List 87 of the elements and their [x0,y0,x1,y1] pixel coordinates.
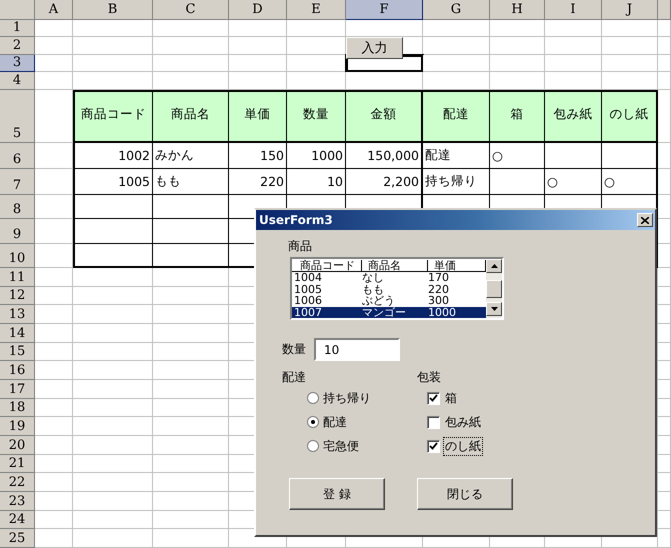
column-heading: 商品コード [73,90,153,143]
column-header[interactable]: C [153,0,229,20]
row-header[interactable]: 25 [0,529,35,548]
column-header[interactable]: H [490,0,545,20]
checkbox-option[interactable]: 包み紙 [427,410,552,434]
column-header[interactable]: D [229,0,287,20]
row-header[interactable]: 17 [0,380,35,399]
column-heading: のし紙 [602,90,658,143]
table-cell: みかん [153,143,229,169]
table-cell: ○ [490,143,545,169]
row-header[interactable]: 10 [0,244,35,268]
row-header[interactable]: 4 [0,72,35,90]
column-header-stub [658,0,671,20]
row-header[interactable]: 5 [0,90,35,143]
row-header[interactable]: 23 [0,492,35,511]
row-header[interactable]: 18 [0,398,35,418]
dialog-button[interactable]: 登 録 [289,478,385,510]
table-cell: 1005 [73,169,153,195]
radio-option[interactable]: 配達 [307,410,417,434]
list-column-header: 商品コード [294,260,362,270]
column-heading: 配達 [423,90,490,143]
column-heading: 数量 [287,90,346,143]
table-cell: ○ [545,169,602,195]
checkbox-option[interactable]: 箱 [427,386,552,410]
radio-option[interactable]: 持ち帰り [307,386,417,410]
row-header[interactable]: 13 [0,305,35,324]
column-heading: 金額 [346,90,423,143]
table-cell: もも [153,169,229,195]
input-button[interactable]: 入力 [346,37,403,59]
row-header[interactable]: 21 [0,454,35,474]
row-header[interactable]: 1 [0,20,35,37]
product-list[interactable]: 商品コード 商品名 単価 1004 なし 170 1005 もも 220 1006 ぶどう 300 1007 マンゴー 1000 [290,257,504,320]
close-button[interactable] [637,213,653,227]
table-cell: 150 [229,143,287,169]
row-header[interactable]: 3 [0,55,35,72]
field-label: 数量 [282,341,306,358]
quantity-field[interactable]: 10 [314,338,400,361]
list-column-header: 商品名 [362,260,428,270]
row-header[interactable]: 14 [0,324,35,343]
row-header[interactable]: 12 [0,286,35,306]
row-header[interactable]: 6 [0,143,35,169]
table-cell: 1002 [73,143,153,169]
scroll-thumb[interactable] [486,280,502,298]
table-cell: 持ち帰り [423,169,490,195]
row-header[interactable]: 16 [0,361,35,380]
table-cell: 150,000 [346,143,423,169]
table-cell: 2,200 [346,169,423,195]
window-title: UserForm3 [259,213,333,227]
scroll-down-button[interactable] [486,302,502,316]
close-icon [641,216,649,224]
table-cell: 1000 [287,143,346,169]
column-header[interactable]: I [545,0,602,20]
scroll-up-button[interactable] [486,259,502,273]
table-cell: 配達 [423,143,490,169]
checkbox-option[interactable]: のし紙 [427,434,552,458]
row-header[interactable]: 19 [0,417,35,436]
list-item[interactable]: 1007 マンゴー 1000 [292,306,486,318]
column-header[interactable]: F [346,0,423,20]
field-label: 商品 [288,238,313,255]
row-header[interactable]: 2 [0,37,35,55]
column-header[interactable]: G [423,0,490,20]
column-header[interactable]: A [35,0,73,20]
row-header[interactable]: 24 [0,510,35,530]
column-header[interactable]: J [602,0,658,20]
down-arrow-icon [490,307,498,311]
column-heading: 単価 [229,90,287,143]
column-heading: 商品名 [153,90,229,143]
dialog-button[interactable]: 閉じる [417,478,513,510]
row-header[interactable]: 7 [0,169,35,195]
up-arrow-icon [490,264,498,268]
group-label: 包装 [417,369,442,386]
row-header[interactable]: 20 [0,436,35,455]
select-all-corner[interactable] [0,0,35,20]
table-cell: ○ [602,169,658,195]
column-heading: 包み紙 [545,90,602,143]
row-header[interactable]: 22 [0,473,35,492]
row-header[interactable]: 9 [0,219,35,244]
column-header[interactable]: E [287,0,346,20]
column-header[interactable]: B [73,0,153,20]
row-header[interactable]: 11 [0,268,35,287]
group-label: 配達 [282,369,307,386]
table-cell: 10 [287,169,346,195]
table-cell: 220 [229,169,287,195]
radio-option[interactable]: 宅急便 [307,434,417,458]
row-header[interactable]: 8 [0,195,35,219]
column-heading: 箱 [490,90,545,143]
row-header[interactable]: 15 [0,342,35,362]
